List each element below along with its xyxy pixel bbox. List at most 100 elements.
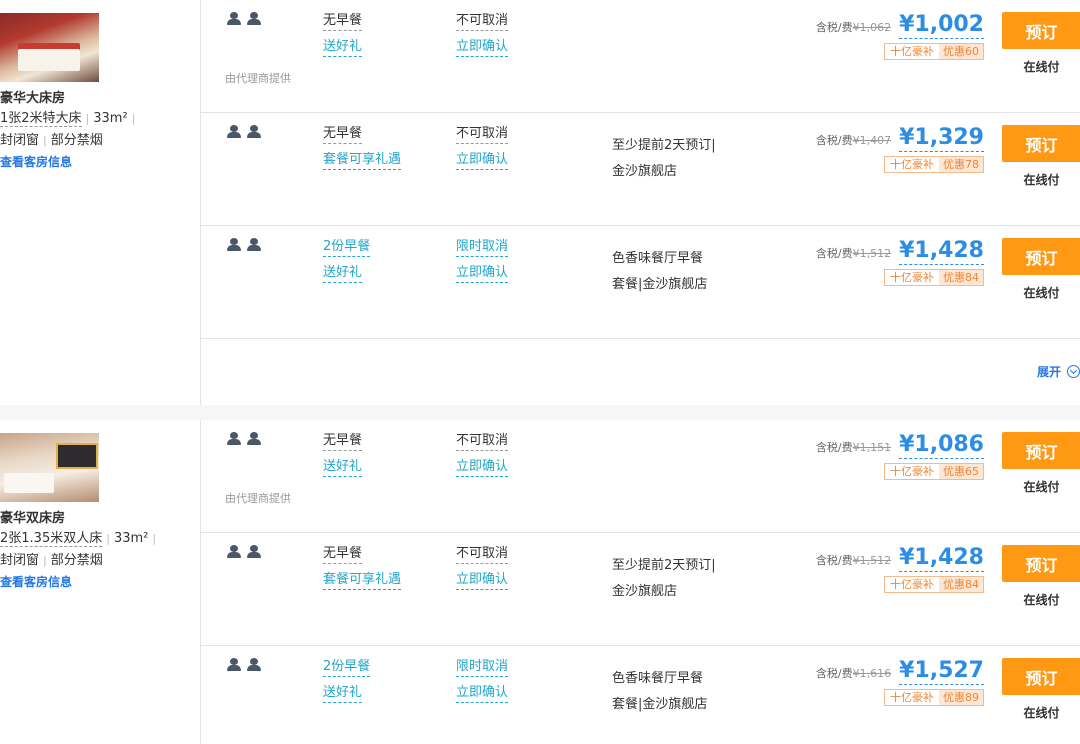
plan-note: 至少提前2天预订| 金沙旗舰店 xyxy=(612,133,716,185)
expand-button[interactable]: 展开 xyxy=(1037,363,1080,380)
view-room-info-link[interactable]: 查看客房信息 xyxy=(0,152,190,172)
meal-info[interactable]: 无早餐 xyxy=(323,12,363,31)
price-box: 含税/费 ¥1,062 ¥1,002 十亿豪补 优惠60 xyxy=(784,12,984,60)
book-button[interactable]: 预订 xyxy=(1002,125,1080,162)
meal-info[interactable]: 无早餐 xyxy=(323,432,363,451)
guest-capacity[interactable] xyxy=(227,125,261,139)
book-button[interactable]: 预订 xyxy=(1002,432,1080,469)
discount-badge: 优惠65 xyxy=(939,464,983,479)
tax-label: 含税/费 xyxy=(815,667,853,680)
rate-plan-row: 无早餐 套餐可享礼遇 不可取消 立即确认 至少提前2天预订| 金沙旗舰店 含税/… xyxy=(201,533,1080,646)
cancel-policy[interactable]: 不可取消 xyxy=(456,125,509,144)
plan-note-line: 套餐|金沙旗舰店 xyxy=(612,697,708,712)
price-box: 含税/费 ¥1,616 ¥1,527 十亿豪补 优惠89 xyxy=(784,658,984,706)
promo-badge[interactable]: 十亿豪补 优惠78 xyxy=(884,156,984,173)
rate-plan-row: 由代理商提供 无早餐 送好礼 不可取消 立即确认 含税/费 ¥1,151 ¥1,08… xyxy=(201,420,1080,533)
original-price: ¥1,062 xyxy=(852,21,892,34)
room-info: 豪华大床房 1张2米特大床 | 33m² | 封闭窗 | 部分禁烟 查看客房信息 xyxy=(0,13,190,172)
tax-label: 含税/费 xyxy=(815,134,853,147)
section-divider xyxy=(0,405,1080,420)
expand-row: 展开 xyxy=(201,339,1080,405)
room-photo[interactable] xyxy=(0,13,99,82)
instant-confirm[interactable]: 立即确认 xyxy=(456,264,509,283)
room-info: 豪华双床房 2张1.35米双人床 | 33m² | 封闭窗 | 部分禁烟 查看客房信息 xyxy=(0,433,190,592)
meal-info[interactable]: 无早餐 xyxy=(323,545,363,564)
price-box: 含税/费 ¥1,512 ¥1,428 十亿豪补 优惠84 xyxy=(784,545,984,593)
current-price[interactable]: ¥1,428 xyxy=(899,238,984,265)
plan-note-line: 至少提前2天预订| xyxy=(612,558,716,573)
promo-badge[interactable]: 十亿豪补 优惠84 xyxy=(884,269,984,286)
bed-type[interactable]: 2张1.35米双人床 xyxy=(0,531,103,547)
instant-confirm[interactable]: 立即确认 xyxy=(456,684,509,703)
cancel-policy[interactable]: 不可取消 xyxy=(456,12,509,31)
guest-capacity[interactable] xyxy=(227,432,261,446)
current-price[interactable]: ¥1,527 xyxy=(899,658,984,685)
book-button[interactable]: 预订 xyxy=(1002,238,1080,275)
meal-info[interactable]: 2份早餐 xyxy=(323,238,371,257)
plan-note-line: 金沙旗舰店 xyxy=(612,584,678,599)
cancel-policy[interactable]: 不可取消 xyxy=(456,545,509,564)
smoking-policy: 部分禁烟 xyxy=(50,553,103,568)
gift-perk[interactable]: 送好礼 xyxy=(323,264,363,283)
price-box: 含税/费 ¥1,512 ¥1,428 十亿豪补 优惠84 xyxy=(784,238,984,286)
instant-confirm[interactable]: 立即确认 xyxy=(456,571,509,590)
room-card: 豪华大床房 1张2米特大床 | 33m² | 封闭窗 | 部分禁烟 查看客房信息 由代理商… xyxy=(0,0,1080,405)
view-room-info-link[interactable]: 查看客房信息 xyxy=(0,572,190,592)
room-photo[interactable] xyxy=(0,433,99,502)
subsidy-badge: 十亿豪补 xyxy=(885,270,939,285)
rate-plan-row: 无早餐 套餐可享礼遇 不可取消 立即确认 至少提前2天预订| 金沙旗舰店 含税/… xyxy=(201,113,1080,226)
guest-capacity[interactable] xyxy=(227,658,261,672)
current-price[interactable]: ¥1,428 xyxy=(899,545,984,572)
guest-capacity[interactable] xyxy=(227,12,261,26)
instant-confirm[interactable]: 立即确认 xyxy=(456,151,509,170)
person-icon xyxy=(247,545,261,559)
person-icon xyxy=(227,12,241,26)
guest-capacity[interactable] xyxy=(227,545,261,559)
cancel-policy[interactable]: 限时取消 xyxy=(456,238,509,257)
cancel-policy[interactable]: 限时取消 xyxy=(456,658,509,677)
rate-plan-row: 2份早餐 送好礼 限时取消 立即确认 色香味餐厅早餐 套餐|金沙旗舰店 含税/费… xyxy=(201,226,1080,339)
original-price: ¥1,407 xyxy=(852,134,892,147)
bed-type[interactable]: 1张2米特大床 xyxy=(0,111,82,127)
agent-note: 由代理商提供 xyxy=(225,492,291,505)
plan-note: 色香味餐厅早餐 套餐|金沙旗舰店 xyxy=(612,666,707,718)
subsidy-badge: 十亿豪补 xyxy=(885,157,939,172)
current-price[interactable]: ¥1,329 xyxy=(899,125,984,152)
instant-confirm[interactable]: 立即确认 xyxy=(456,38,509,57)
gift-perk[interactable]: 套餐可享礼遇 xyxy=(323,571,402,590)
room-bed-area: 1张2米特大床 | 33m² | xyxy=(0,111,136,127)
gift-perk[interactable]: 套餐可享礼遇 xyxy=(323,151,402,170)
gift-perk[interactable]: 送好礼 xyxy=(323,458,363,477)
discount-badge: 优惠84 xyxy=(939,270,983,285)
person-icon xyxy=(227,545,241,559)
guest-capacity[interactable] xyxy=(227,238,261,252)
person-icon xyxy=(227,658,241,672)
book-button[interactable]: 预订 xyxy=(1002,12,1080,49)
discount-badge: 优惠78 xyxy=(939,157,983,172)
instant-confirm[interactable]: 立即确认 xyxy=(456,458,509,477)
gift-perk[interactable]: 送好礼 xyxy=(323,684,363,703)
person-icon xyxy=(247,125,261,139)
rate-plan-list: 由代理商提供 无早餐 送好礼 不可取消 立即确认 含税/费 ¥1,151 ¥1,08… xyxy=(200,420,1080,744)
book-button[interactable]: 预订 xyxy=(1002,545,1080,582)
payment-type: 在线付 xyxy=(1023,706,1060,720)
promo-badge[interactable]: 十亿豪补 优惠65 xyxy=(884,463,984,480)
person-icon xyxy=(227,238,241,252)
promo-badge[interactable]: 十亿豪补 优惠84 xyxy=(884,576,984,593)
current-price[interactable]: ¥1,002 xyxy=(899,12,984,39)
current-price[interactable]: ¥1,086 xyxy=(899,432,984,459)
promo-badge[interactable]: 十亿豪补 优惠89 xyxy=(884,689,984,706)
meal-info[interactable]: 2份早餐 xyxy=(323,658,371,677)
plan-note-line: 色香味餐厅早餐 xyxy=(612,671,704,686)
plan-note-line: 金沙旗舰店 xyxy=(612,164,678,179)
book-button[interactable]: 预订 xyxy=(1002,658,1080,695)
person-icon xyxy=(227,125,241,139)
subsidy-badge: 十亿豪补 xyxy=(885,464,939,479)
plan-note: 至少提前2天预订| 金沙旗舰店 xyxy=(612,553,716,605)
gift-perk[interactable]: 送好礼 xyxy=(323,38,363,57)
tax-label: 含税/费 xyxy=(815,554,853,567)
meal-info[interactable]: 无早餐 xyxy=(323,125,363,144)
cancel-policy[interactable]: 不可取消 xyxy=(456,432,509,451)
promo-badge[interactable]: 十亿豪补 优惠60 xyxy=(884,43,984,60)
agent-note: 由代理商提供 xyxy=(225,72,291,85)
